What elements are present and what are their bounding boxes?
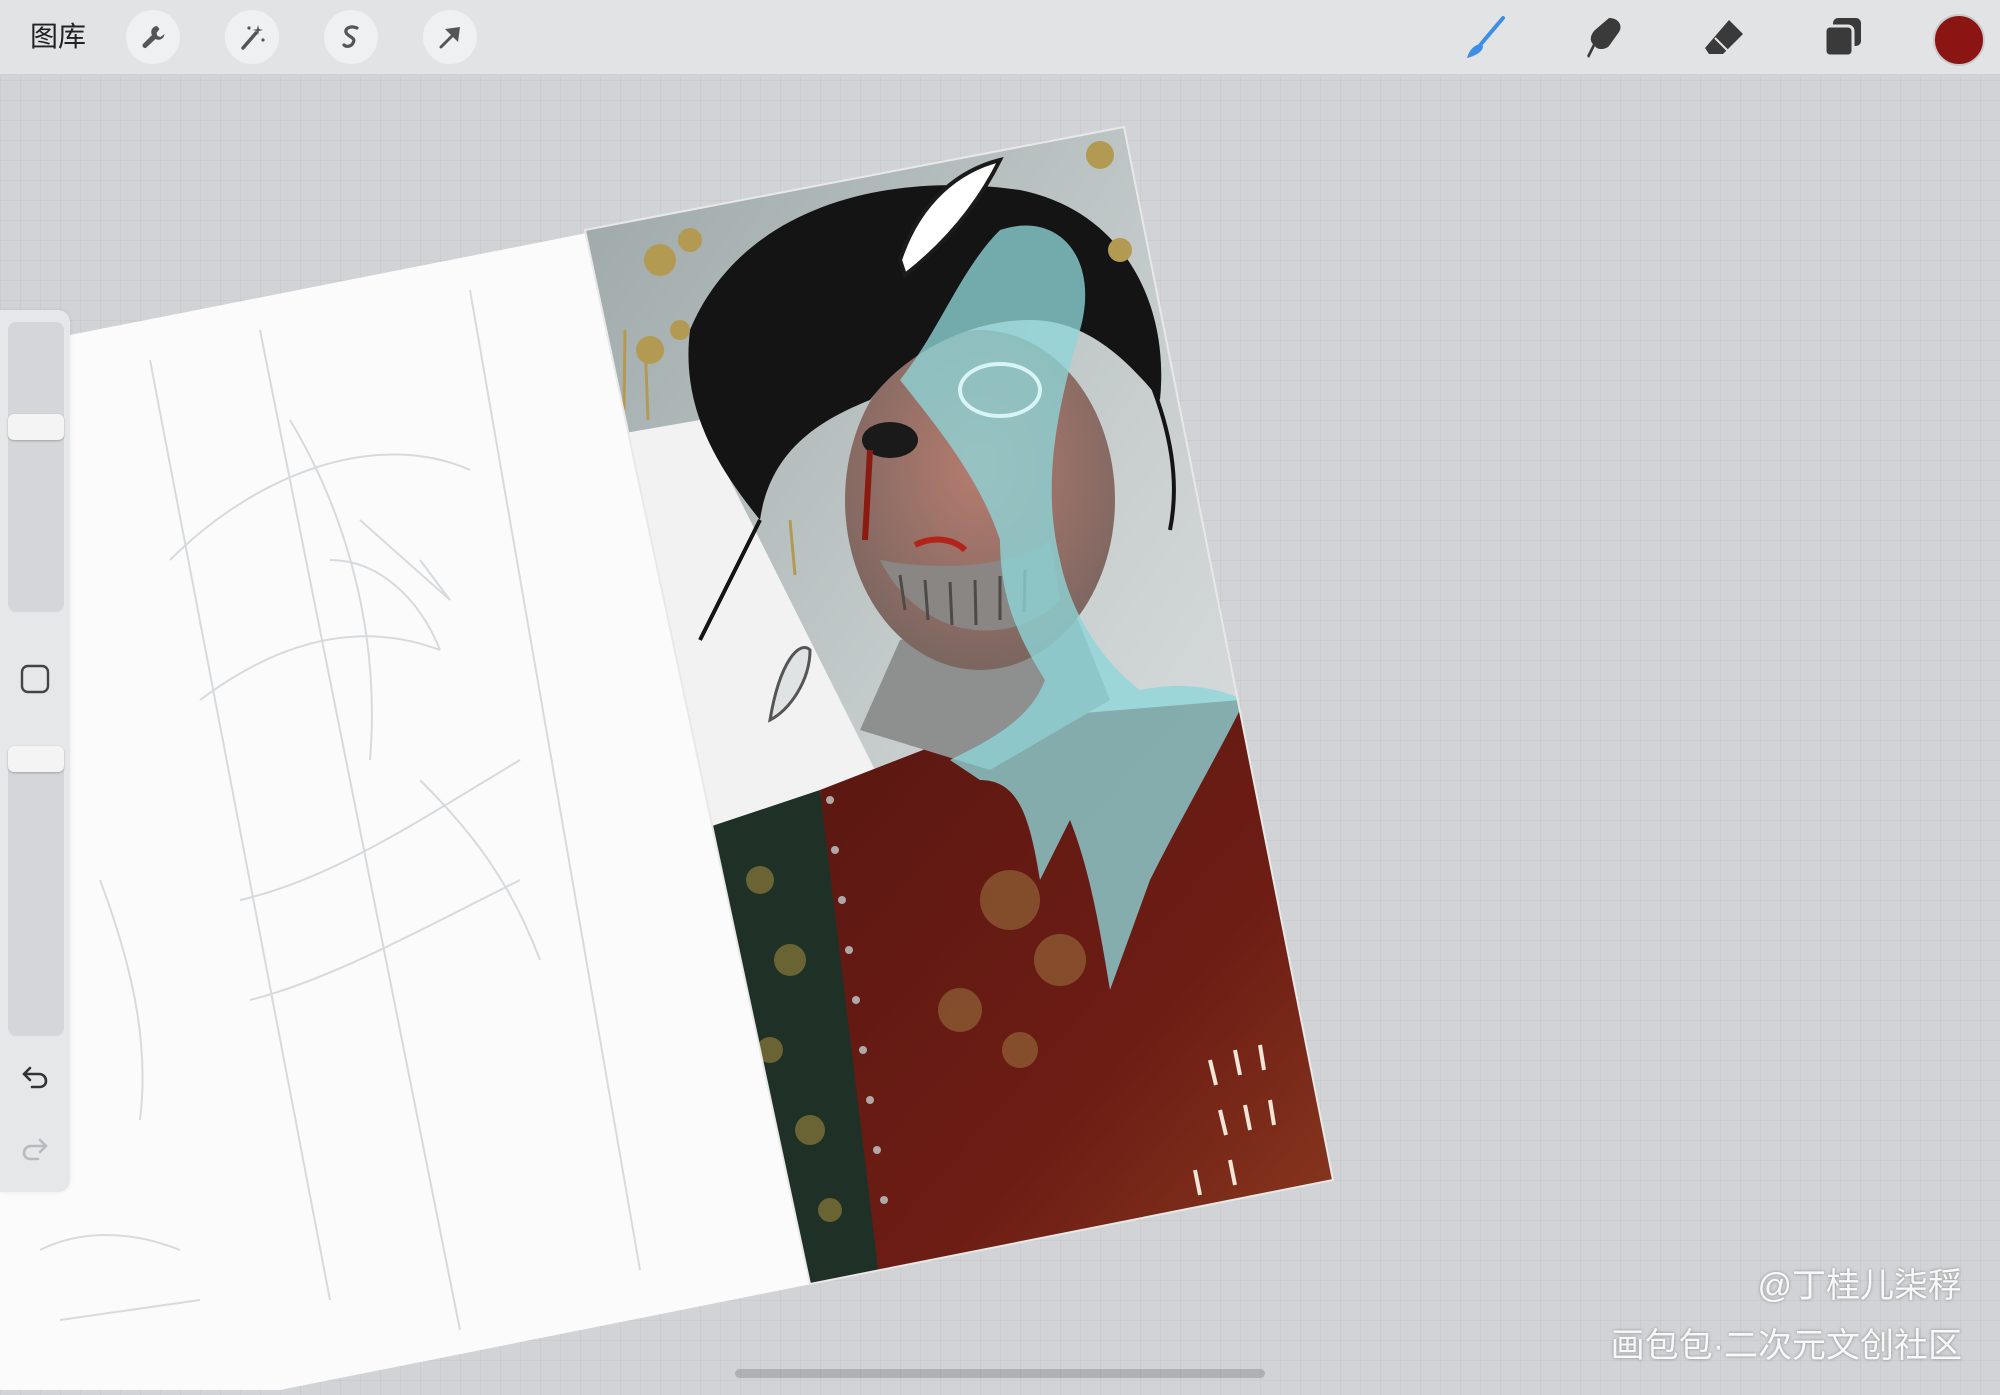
smudge-icon <box>1587 18 1621 58</box>
layers-button[interactable] <box>1815 10 1871 66</box>
undo-button[interactable] <box>17 1058 53 1094</box>
top-toolbar: 图库 <box>0 0 2000 75</box>
selection-icon <box>342 25 359 48</box>
layers-icon <box>1823 18 1861 58</box>
eraser-tool-button[interactable] <box>1697 10 1753 66</box>
redo-icon <box>22 1138 48 1161</box>
left-sidebar <box>0 310 70 1192</box>
modify-button[interactable] <box>18 662 52 696</box>
square-icon <box>20 664 50 694</box>
smudge-tool-button[interactable] <box>1577 10 1633 66</box>
brush-size-thumb[interactable] <box>8 414 64 441</box>
opacity-slider[interactable] <box>8 746 64 1036</box>
transform-button[interactable] <box>423 10 477 64</box>
brush-tool-button[interactable] <box>1457 10 1513 66</box>
eraser-icon <box>1705 20 1743 54</box>
selection-button[interactable] <box>324 10 378 64</box>
watermark-site: 画包包·二次元文创社区 <box>1610 1327 1962 1365</box>
wrench-icon <box>142 26 165 48</box>
artwork-svg <box>0 125 1335 1392</box>
gallery-button[interactable]: 图库 <box>30 20 86 54</box>
magic-wand-icon <box>241 25 265 50</box>
brush-icon <box>1467 16 1505 58</box>
transform-arrow-icon <box>439 27 460 49</box>
wrench-button[interactable] <box>126 10 180 64</box>
undo-icon <box>22 1066 48 1089</box>
color-picker-button[interactable] <box>1933 14 1985 66</box>
home-indicator[interactable] <box>735 1369 1265 1378</box>
redo-button[interactable] <box>17 1130 53 1166</box>
drawing-canvas[interactable] <box>0 0 2000 1392</box>
watermark-author: @丁桂儿柒稃 <box>1757 1267 1962 1305</box>
adjustments-button[interactable] <box>225 10 279 64</box>
opacity-thumb[interactable] <box>8 746 64 772</box>
brush-size-slider[interactable] <box>8 322 64 612</box>
